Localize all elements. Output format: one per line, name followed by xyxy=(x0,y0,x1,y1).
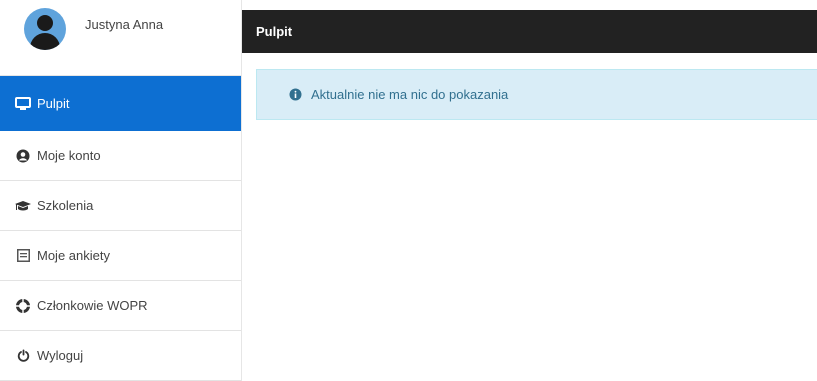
info-icon xyxy=(289,88,302,101)
sidebar-item-pulpit[interactable]: Pulpit xyxy=(0,76,241,131)
survey-icon xyxy=(14,249,32,263)
sidebar-item-moje-ankiety[interactable]: Moje ankiety xyxy=(0,231,241,281)
user-profile[interactable]: Justyna Anna xyxy=(0,0,241,76)
sidebar-item-label: Moje ankiety xyxy=(37,248,110,263)
page-title: Pulpit xyxy=(256,24,293,39)
sidebar-item-label: Wyloguj xyxy=(37,348,84,363)
graduation-cap-icon xyxy=(14,199,32,213)
sidebar-item-label: Szkolenia xyxy=(37,198,94,213)
page-header: Pulpit xyxy=(242,10,817,53)
user-circle-icon xyxy=(14,149,32,163)
sidebar: Justyna Anna Pulpit Moje konto Szkolenia… xyxy=(0,0,242,381)
sidebar-item-czlonkowie-wopr[interactable]: Członkowie WOPR xyxy=(0,281,241,331)
sidebar-item-szkolenia[interactable]: Szkolenia xyxy=(0,181,241,231)
sidebar-item-label: Pulpit xyxy=(37,96,70,111)
sidebar-item-moje-konto[interactable]: Moje konto xyxy=(0,131,241,181)
monitor-icon xyxy=(14,96,32,111)
avatar xyxy=(24,8,66,50)
user-name: Justyna Anna xyxy=(85,17,164,32)
power-icon xyxy=(14,349,32,363)
life-ring-icon xyxy=(14,298,32,313)
alert-text: Aktualnie nie ma nic do pokazania xyxy=(311,87,509,102)
sidebar-item-label: Członkowie WOPR xyxy=(37,298,148,313)
sidebar-item-label: Moje konto xyxy=(37,148,101,163)
sidebar-item-wyloguj[interactable]: Wyloguj xyxy=(0,331,241,381)
info-alert: Aktualnie nie ma nic do pokazania xyxy=(256,69,817,120)
